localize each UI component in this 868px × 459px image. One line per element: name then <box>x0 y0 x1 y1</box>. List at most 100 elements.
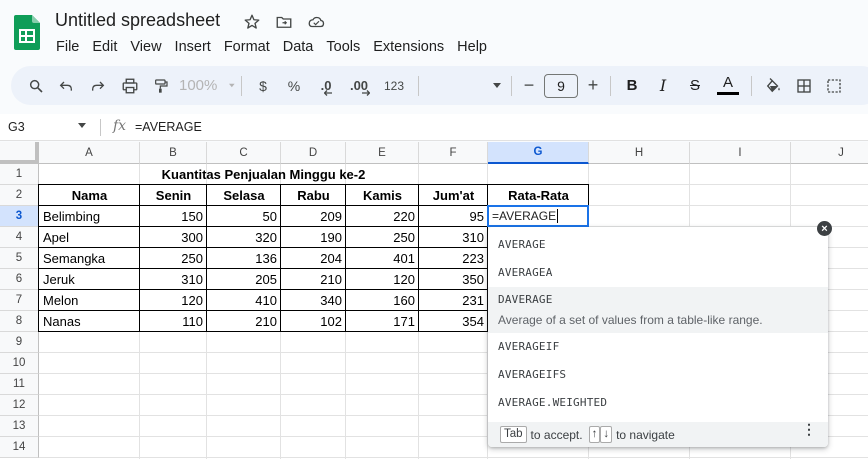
table-cell[interactable]: 350 <box>419 269 488 290</box>
close-autocomplete-icon[interactable]: × <box>817 221 832 236</box>
table-cell[interactable]: 150 <box>140 206 207 227</box>
menu-data[interactable]: Data <box>277 37 320 57</box>
font-family-select[interactable] <box>425 72 505 100</box>
text-color-button[interactable]: A <box>711 72 745 100</box>
suggestion-item[interactable]: AVERAGEIFS <box>488 365 828 385</box>
table-cell[interactable]: 102 <box>281 311 346 332</box>
table-cell[interactable]: 310 <box>140 269 207 290</box>
row-header-10[interactable]: 10 <box>0 353 39 374</box>
borders-icon[interactable] <box>788 72 820 100</box>
row-header-4[interactable]: 4 <box>0 227 39 248</box>
table-cell[interactable]: 401 <box>346 248 419 269</box>
table-header-cell[interactable]: Nama <box>39 185 140 206</box>
formula-input[interactable]: =AVERAGE <box>135 120 202 134</box>
font-size-input[interactable]: 9 <box>544 73 578 98</box>
menu-insert[interactable]: Insert <box>169 37 217 57</box>
menu-extensions[interactable]: Extensions <box>367 37 450 57</box>
menu-help[interactable]: Help <box>451 37 493 57</box>
table-cell[interactable]: 354 <box>419 311 488 332</box>
table-header-cell[interactable]: Rata-Rata <box>488 185 589 206</box>
decrease-decimal-button[interactable]: .0 <box>310 72 342 100</box>
table-cell[interactable]: 210 <box>281 269 346 290</box>
currency-format-button[interactable]: $ <box>248 72 278 100</box>
row-header-13[interactable]: 13 <box>0 416 39 437</box>
bold-button[interactable]: B <box>617 72 647 100</box>
menu-file[interactable]: File <box>55 37 85 57</box>
menu-edit[interactable]: Edit <box>86 37 123 57</box>
row-header-8[interactable]: 8 <box>0 311 39 332</box>
row-header-7[interactable]: 7 <box>0 290 39 311</box>
menu-tools[interactable]: Tools <box>320 37 366 57</box>
more-formats-button[interactable]: 123 <box>376 72 412 100</box>
table-cell[interactable]: 320 <box>207 227 281 248</box>
row-name-cell[interactable]: Jeruk <box>39 269 140 290</box>
undo-icon[interactable] <box>49 72 83 100</box>
paint-format-icon[interactable] <box>147 72 175 100</box>
strikethrough-button[interactable]: S <box>679 72 711 100</box>
table-cell[interactable]: 231 <box>419 290 488 311</box>
merge-cells-icon[interactable] <box>820 72 848 100</box>
table-header-cell[interactable]: Jum'at <box>419 185 488 206</box>
table-cell[interactable]: 250 <box>140 248 207 269</box>
table-cell[interactable]: 50 <box>207 206 281 227</box>
table-cell[interactable]: 310 <box>419 227 488 248</box>
suggestion-item[interactable]: AVERAGEA <box>488 263 828 283</box>
suggestion-item[interactable]: AVERAGE <box>488 235 828 255</box>
row-name-cell[interactable]: Belimbing <box>39 206 140 227</box>
menu-view[interactable]: View <box>124 37 167 57</box>
row-name-cell[interactable]: Melon <box>39 290 140 311</box>
zoom-select[interactable]: 100% <box>175 72 235 100</box>
star-icon[interactable] <box>242 12 262 32</box>
table-cell[interactable]: 410 <box>207 290 281 311</box>
select-all-corner[interactable] <box>0 142 39 164</box>
sheet-title-cell[interactable]: Kuantitas Penjualan Minggu ke-2 <box>39 164 488 185</box>
row-header-12[interactable]: 12 <box>0 395 39 416</box>
table-cell[interactable]: 190 <box>281 227 346 248</box>
menu-format[interactable]: Format <box>218 37 276 57</box>
table-cell[interactable]: 205 <box>207 269 281 290</box>
column-header-h[interactable]: H <box>589 142 690 164</box>
document-title[interactable]: Untitled spreadsheet <box>55 10 220 31</box>
table-cell[interactable]: 250 <box>346 227 419 248</box>
increase-font-size-button[interactable]: + <box>582 72 604 100</box>
row-header-5[interactable]: 5 <box>0 248 39 269</box>
row-header-6[interactable]: 6 <box>0 269 39 290</box>
table-cell[interactable]: 210 <box>207 311 281 332</box>
table-cell[interactable]: 300 <box>140 227 207 248</box>
column-header-j[interactable]: J <box>791 142 868 164</box>
row-header-1[interactable]: 1 <box>0 164 39 185</box>
table-cell[interactable]: 204 <box>281 248 346 269</box>
active-cell-editor[interactable]: =AVERAGE <box>487 205 589 227</box>
chevron-down-icon[interactable] <box>78 123 86 128</box>
name-box[interactable]: G3 <box>8 120 25 134</box>
column-header-e[interactable]: E <box>346 142 419 164</box>
table-header-cell[interactable]: Senin <box>140 185 207 206</box>
column-header-d[interactable]: D <box>281 142 346 164</box>
table-cell[interactable]: 110 <box>140 311 207 332</box>
table-cell[interactable]: 171 <box>346 311 419 332</box>
table-cell[interactable]: 120 <box>140 290 207 311</box>
redo-icon[interactable] <box>83 72 113 100</box>
column-header-b[interactable]: B <box>140 142 207 164</box>
column-header-i[interactable]: I <box>690 142 791 164</box>
row-header-14[interactable]: 14 <box>0 437 39 458</box>
decrease-font-size-button[interactable]: − <box>518 72 540 100</box>
row-header-2[interactable]: 2 <box>0 185 39 206</box>
table-cell[interactable]: 136 <box>207 248 281 269</box>
table-header-cell[interactable]: Kamis <box>346 185 419 206</box>
table-cell[interactable]: 220 <box>346 206 419 227</box>
percent-format-button[interactable]: % <box>278 72 310 100</box>
row-name-cell[interactable]: Apel <box>39 227 140 248</box>
row-header-9[interactable]: 9 <box>0 332 39 353</box>
print-icon[interactable] <box>113 72 147 100</box>
suggestion-item[interactable]: DAVERAGE Average of a set of values from … <box>488 287 828 333</box>
table-cell[interactable]: 223 <box>419 248 488 269</box>
table-cell[interactable]: 160 <box>346 290 419 311</box>
fill-color-icon[interactable] <box>758 72 788 100</box>
column-header-g[interactable]: G <box>488 142 589 164</box>
suggestion-item[interactable]: AVERAGE.WEIGHTED <box>488 393 828 413</box>
more-options-icon[interactable]: ⋮ <box>802 422 816 436</box>
search-menus-icon[interactable] <box>23 72 49 100</box>
row-name-cell[interactable]: Nanas <box>39 311 140 332</box>
table-cell[interactable]: 120 <box>346 269 419 290</box>
